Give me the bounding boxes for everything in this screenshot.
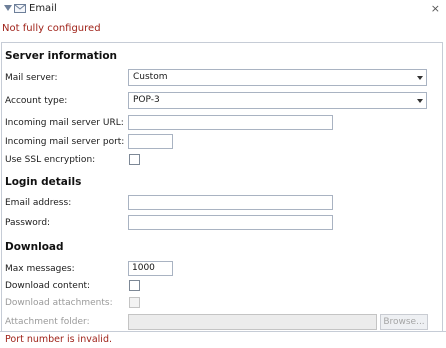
mail-server-select[interactable]: Custom [128, 69, 427, 86]
mail-server-label: Mail server: [5, 73, 58, 83]
incoming-url-label: Incoming mail server URL: [5, 118, 124, 128]
close-icon[interactable]: × [431, 2, 440, 15]
section-login-details: Login details [5, 176, 82, 188]
ssl-checkbox[interactable] [129, 154, 140, 165]
config-status: Not fully configured [2, 23, 101, 34]
section-server-information: Server information [5, 50, 118, 62]
attachment-folder-label: Attachment folder: [5, 317, 90, 327]
account-type-value: POP-3 [133, 95, 160, 105]
attachment-folder-input[interactable] [128, 314, 377, 330]
account-type-select[interactable]: POP-3 [128, 92, 427, 109]
max-messages-input[interactable]: 1000 [128, 261, 173, 276]
incoming-port-label: Incoming mail server port: [5, 137, 125, 147]
ssl-label: Use SSL encryption: [5, 155, 96, 165]
password-label: Password: [5, 218, 51, 228]
download-content-checkbox[interactable] [129, 280, 140, 291]
incoming-port-input[interactable] [128, 134, 173, 149]
panel-title: Email [29, 3, 57, 14]
browse-button[interactable]: Browse... [380, 314, 428, 330]
download-attachments-checkbox[interactable] [129, 297, 140, 308]
envelope-icon [14, 4, 26, 13]
collapse-arrow-icon[interactable] [4, 5, 12, 11]
divider [0, 331, 446, 332]
mail-server-value: Custom [133, 72, 168, 82]
validation-error: Port number is invalid. [5, 334, 112, 345]
email-address-label: Email address: [5, 198, 72, 208]
download-content-label: Download content: [5, 281, 91, 291]
account-type-label: Account type: [5, 96, 68, 106]
incoming-url-input[interactable] [128, 115, 333, 130]
section-download: Download [5, 241, 64, 253]
password-input[interactable] [128, 215, 333, 230]
email-address-input[interactable] [128, 195, 333, 210]
download-attachments-label: Download attachments: [5, 298, 113, 308]
chevron-down-icon [417, 76, 423, 80]
max-messages-label: Max messages: [5, 264, 75, 274]
chevron-down-icon [417, 99, 423, 103]
panel-header: Email × [0, 0, 446, 20]
